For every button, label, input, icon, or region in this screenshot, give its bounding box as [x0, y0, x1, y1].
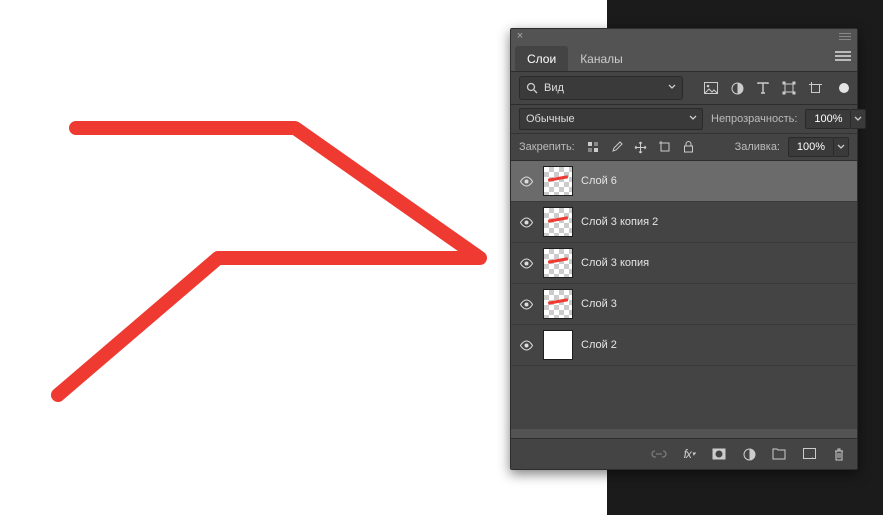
- layers-list[interactable]: Слой 6 Слой 3 копия 2 Слой 3 копия Слой 3 Сл…: [511, 161, 857, 429]
- fill-label: Заливка:: [735, 141, 780, 153]
- visibility-eye-icon[interactable]: [517, 254, 535, 272]
- tab-layers[interactable]: Слои: [515, 46, 568, 71]
- trash-icon[interactable]: [831, 446, 847, 462]
- layer-name-label[interactable]: Слой 3 копия: [581, 257, 649, 269]
- lock-move-icon[interactable]: [633, 139, 649, 155]
- fx-icon[interactable]: fx▾: [681, 446, 697, 462]
- filter-type-select[interactable]: Вид: [519, 76, 683, 100]
- panel-grip-icon[interactable]: [839, 33, 851, 41]
- fill-stepper[interactable]: [834, 137, 849, 157]
- layer-name-label[interactable]: Слой 2: [581, 339, 617, 351]
- lock-all-icon[interactable]: [681, 139, 697, 155]
- chevron-down-icon: [668, 83, 676, 91]
- layer-row[interactable]: Слой 3 копия 2: [511, 202, 857, 243]
- layer-thumbnail[interactable]: [543, 207, 573, 237]
- layers-panel: × Слои Каналы Вид Обычные: [510, 28, 858, 470]
- blend-mode-label: Обычные: [526, 113, 575, 125]
- lock-brush-icon[interactable]: [609, 139, 625, 155]
- layer-thumbnail[interactable]: [543, 289, 573, 319]
- adjustment-layer-icon[interactable]: [741, 446, 757, 462]
- panel-menu-icon[interactable]: [835, 51, 851, 63]
- layer-thumbnail[interactable]: [543, 330, 573, 360]
- layer-name-label[interactable]: Слой 6: [581, 175, 617, 187]
- filter-type-label: Вид: [544, 82, 564, 94]
- visibility-eye-icon[interactable]: [517, 295, 535, 313]
- new-layer-icon[interactable]: [801, 446, 817, 462]
- visibility-eye-icon[interactable]: [517, 336, 535, 354]
- mask-icon[interactable]: [711, 446, 727, 462]
- close-icon[interactable]: ×: [515, 31, 525, 41]
- lock-label: Закрепить:: [519, 141, 575, 153]
- visibility-eye-icon[interactable]: [517, 213, 535, 231]
- lock-row: Закрепить: Заливка: 100%: [511, 134, 857, 161]
- image-icon[interactable]: [703, 80, 719, 96]
- transform-icon[interactable]: [781, 80, 797, 96]
- opacity-stepper[interactable]: [851, 109, 866, 129]
- layer-thumbnail[interactable]: [543, 248, 573, 278]
- panel-titlebar[interactable]: ×: [511, 29, 857, 45]
- layer-filter-row: Вид: [511, 72, 857, 105]
- chevron-down-icon: [689, 114, 697, 122]
- layer-thumbnail[interactable]: [543, 166, 573, 196]
- opacity-label: Непрозрачность:: [711, 113, 797, 125]
- layer-row[interactable]: Слой 3: [511, 284, 857, 325]
- tab-channels[interactable]: Каналы: [568, 46, 635, 71]
- layers-bottom-bar: fx▾: [511, 438, 857, 469]
- search-icon: [526, 82, 538, 94]
- lock-artboard-icon[interactable]: [657, 139, 673, 155]
- lock-pixels-icon[interactable]: [585, 139, 601, 155]
- filter-toggle-icon[interactable]: [839, 83, 849, 93]
- blend-row: Обычные Непрозрачность: 100%: [511, 105, 857, 134]
- layer-name-label[interactable]: Слой 3: [581, 298, 617, 310]
- adjustments-icon[interactable]: [729, 80, 745, 96]
- fill-input[interactable]: 100%: [788, 137, 834, 157]
- layer-row[interactable]: Слой 6: [511, 161, 857, 202]
- group-icon[interactable]: [771, 446, 787, 462]
- panel-tabs: Слои Каналы: [511, 45, 857, 72]
- visibility-eye-icon[interactable]: [517, 172, 535, 190]
- link-icon[interactable]: [651, 446, 667, 462]
- opacity-input[interactable]: 100%: [805, 109, 851, 129]
- blend-mode-select[interactable]: Обычные: [519, 108, 703, 130]
- layer-row[interactable]: Слой 3 копия: [511, 243, 857, 284]
- layer-name-label[interactable]: Слой 3 копия 2: [581, 216, 658, 228]
- layer-row[interactable]: Слой 2: [511, 325, 857, 366]
- type-icon[interactable]: [755, 80, 771, 96]
- artboard-icon[interactable]: [807, 80, 823, 96]
